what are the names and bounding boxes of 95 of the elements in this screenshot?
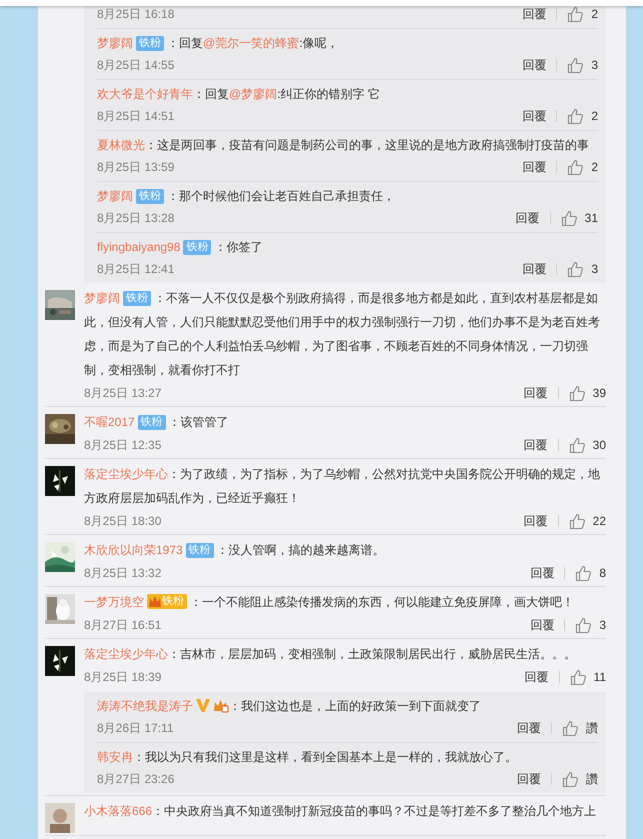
like-count: 讚 [586,771,598,788]
timestamp: 8月27日 16:51 [84,617,162,634]
like-count: 11 [594,669,606,686]
username-link[interactable]: 木欣欣以向荣1973 [84,543,183,557]
like-count: 2 [591,6,598,23]
like-count: 讚 [586,720,598,737]
reply-button[interactable]: 回覆 [524,510,548,532]
reply-button[interactable]: 回覆 [516,207,540,229]
verified-icon [195,697,211,713]
timestamp: 8月25日 18:30 [84,513,162,530]
comment-text: 梦廖阔 铁粉 ：那个时候他们会让老百姓自己承担责任， [97,188,396,206]
timestamp: 8月25日 13:27 [84,385,162,402]
like-icon[interactable] [575,616,592,634]
like-icon[interactable] [562,720,579,736]
reply-button[interactable]: 回覆 [522,258,546,280]
like-count: 2 [591,159,598,176]
like-icon[interactable] [567,260,584,278]
like-icon[interactable] [567,56,584,74]
timestamp: 8月25日 14:51 [97,108,174,125]
username-link[interactable]: 落定尘埃少年心 [84,647,168,661]
fan-badge: 铁粉 [136,189,164,204]
like-count: 31 [584,210,598,227]
like-count: 3 [599,617,606,634]
username-link[interactable]: 梦廖阔 [84,291,120,305]
comment-text: 落定尘埃少年心：吉林市，层层加码，变相强制，土政策限制居民出行，威胁居民生活。。。 [84,646,577,663]
like-icon[interactable] [570,668,587,686]
username-link[interactable]: 一梦万境空 [84,595,144,609]
comment-text: 夏林微光：这是两回事，疫苗有问题是制药公司的事，这里说的是地方政府搞强制打疫苗的事 [97,137,590,154]
username-link[interactable]: 小木落落666 [84,804,152,818]
comment-text: 涛涛不绝我是涛子 ：我们这边也是，上面的好政策一到下面就变了 [97,696,482,715]
like-icon[interactable] [568,512,586,530]
reply-button[interactable]: 回覆 [530,562,554,584]
mention-link[interactable]: @莞尔一笑的蜂蜜 [203,36,300,50]
timestamp: 8月25日 12:41 [97,261,174,278]
reply-button[interactable]: 回覆 [524,666,549,688]
fan-badge: 铁粉 [147,594,187,609]
reply-button[interactable]: 回覆 [530,614,554,636]
reply-button[interactable]: 回覆 [517,768,541,790]
mention-link[interactable]: @梦廖阔 [229,87,278,101]
reply-button[interactable]: 回覆 [524,382,548,404]
timestamp: 8月25日 13:59 [97,159,174,176]
timestamp: 8月25日 14:55 [97,57,174,74]
comment-text: 落定尘埃少年心：为了政绩，为了指标，为了乌纱帽，公然对抗党中央国务院公开明确的规定，地方政府层层加码乱作为，已经近乎癫狂！ [84,466,601,507]
comment-text: 韩安冉：我以为只有我们这里是这样，看到全国基本上是一样的，我就放心了。 [97,749,518,766]
like-count: 2 [591,108,598,125]
username-link[interactable]: 夏林微光 [97,138,145,152]
crown-icon [213,698,229,713]
comment-text: 不喔2017 铁粉 ：该管管了 [84,414,230,432]
like-icon[interactable] [568,436,586,454]
comment-text: 梦廖阔 铁粉 ：不落一人不仅仅是极个别政府搞得，而是很多地方都是如此，直到农村基层都是如此，但没有人管，人们只能默默忍受他们用手中的权力强制强行一刀切，他们办事不是为老百姓考虑，而是为了自己的个人利益怕丢乌纱帽，为了图省事，不顾老百姓的不同身体情况，一刀切强制，变相强制，就看你打不打 [84,290,601,379]
comment-text: 木欣欣以向荣1973 铁粉 ：没人管啊，搞的越来越离谱。 [84,542,386,560]
like-count: 3 [591,57,598,74]
fan-badge: 铁粉 [183,240,212,255]
timestamp: 8月25日 13:32 [84,565,162,582]
reply-button[interactable]: 回覆 [522,105,546,127]
like-count: 3 [591,261,598,278]
username-link[interactable]: flyingbaiyang98 [97,240,180,254]
username-link[interactable]: 涛涛不绝我是涛子 [97,699,193,713]
reply-button[interactable]: 回覆 [524,434,548,456]
timestamp: 8月27日 23:26 [97,771,174,788]
timestamp: 8月25日 16:18 [97,6,174,23]
like-icon[interactable] [568,384,586,402]
comment-text: 梦廖阔 铁粉 ：回复@莞尔一笑的蜂蜜:像呢， [97,35,340,53]
username-link[interactable]: 梦廖阔 [97,36,133,50]
username-link[interactable]: 欢大爷是个好青年 [97,87,193,101]
reply-button[interactable]: 回覆 [522,54,546,76]
fan-badge: 铁粉 [123,291,151,306]
username-link[interactable]: 韩安冉 [97,750,133,764]
timestamp: 8月26日 17:11 [97,720,174,737]
like-icon[interactable] [567,158,584,176]
like-count: 8 [599,565,606,582]
fan-badge: 铁粉 [186,543,214,558]
comment-text: flyingbaiyang98 铁粉 ：你签了 [97,239,264,257]
comment-text: 一梦万境空 铁粉 ：一个不能阻止感染传播发病的东西，何以能建立免疫屏障，画大饼吧！ [84,593,575,611]
comment-text: 小木落落666：中央政府当真不知道强制打新冠疫苗的事吗？不过是等打差不多了整治几个地方上 [84,803,598,820]
like-count: 22 [592,513,606,530]
fan-badge: 铁粉 [136,36,164,51]
reply-button[interactable]: 回覆 [522,3,546,25]
like-icon[interactable] [567,108,584,124]
reply-button[interactable]: 回覆 [522,156,546,178]
username-link[interactable]: 落定尘埃少年心 [84,467,168,481]
timestamp: 8月25日 12:35 [84,437,162,454]
username-link[interactable]: 梦廖阔 [97,189,133,203]
comment-text: 欢大爷是个好青年：回复@梦廖阔:纠正你的错别字 它 [97,86,381,103]
like-count: 39 [592,385,606,402]
username-link[interactable]: 不喔2017 [84,415,135,429]
timestamp: 8月25日 18:39 [84,669,162,686]
timestamp: 8月25日 13:28 [97,210,174,227]
reply-button[interactable]: 回覆 [517,717,541,739]
like-icon[interactable] [567,6,584,22]
fan-badge: 铁粉 [138,415,166,430]
like-icon[interactable] [575,564,592,582]
like-count: 30 [592,437,606,454]
like-icon[interactable] [560,210,578,226]
like-icon[interactable] [562,770,579,788]
